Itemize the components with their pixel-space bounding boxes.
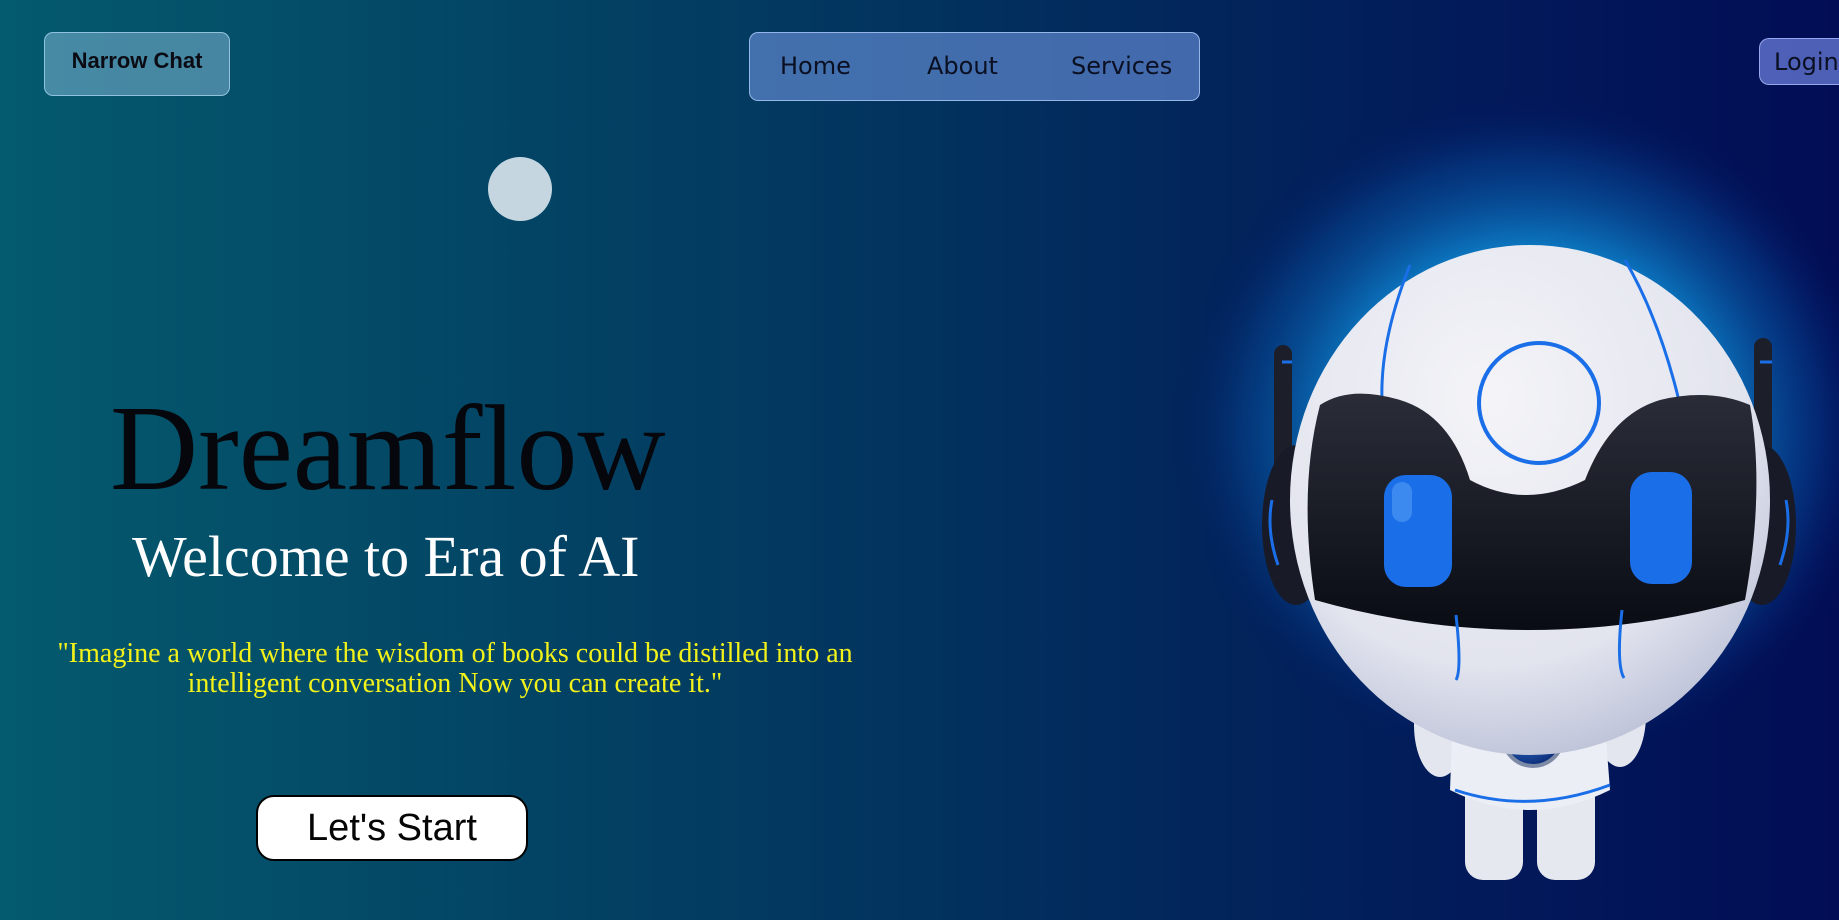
robot-illustration	[1170, 90, 1839, 880]
nav-home-link[interactable]: Home	[780, 52, 851, 80]
decorative-circle	[488, 157, 552, 221]
hero-quote: "Imagine a world where the wisdom of boo…	[57, 638, 853, 699]
robot-right-eye	[1630, 472, 1692, 584]
hero-title: Dreamflow	[110, 381, 666, 516]
brand-button[interactable]: Narrow Chat	[44, 32, 230, 96]
hero-subtitle: Welcome to Era of AI	[132, 524, 640, 589]
nav-about-link[interactable]: About	[927, 52, 998, 80]
lets-start-button[interactable]: Let's Start	[256, 795, 528, 861]
